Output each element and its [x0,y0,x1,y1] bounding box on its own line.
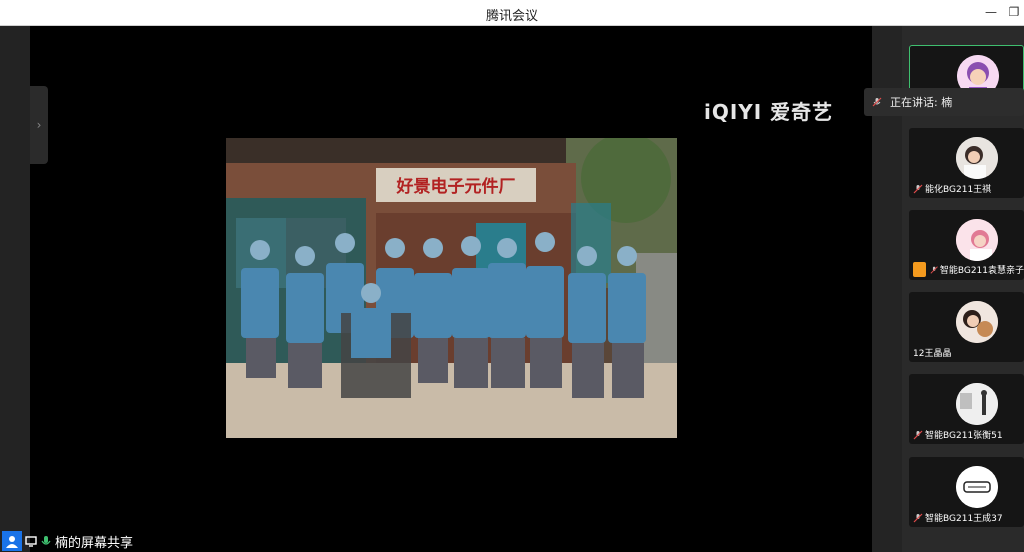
participant-name: 智能BG211王成37 [913,511,1003,524]
mic-muted-icon [913,430,923,439]
mic-icon [41,536,51,545]
participant-name-text: 智能BG211袁慧亲子 [939,266,1024,276]
participant-name-text: 能化BG211王祺 [925,185,992,195]
participant-name: 智能BG211张衡51 [913,428,1003,441]
window-title: 腾讯会议 [485,9,538,24]
room-photo-icon [956,383,998,425]
participant-tile[interactable]: 能化BG211王祺 [909,128,1024,198]
avatar [956,137,998,179]
girl-photo-icon [956,137,998,179]
group-photo-icon: 好景电子元件厂 [226,138,677,438]
participant-tile[interactable]: 智能BG211张衡51 [909,374,1024,444]
avatar [956,383,998,425]
mic-muted-icon [929,265,938,274]
participant-name-text: 智能BG211王成37 [925,514,1003,524]
avatar [956,301,998,343]
restore-button[interactable]: ❐ [1005,4,1023,20]
minimize-button[interactable]: — [982,4,1000,20]
avatar [956,466,998,508]
participant-tile[interactable]: 智能BG211袁慧亲子 [909,210,1024,280]
title-bar: 腾讯会议 — ❐ [0,0,1024,26]
speaking-indicator: 正在讲话: 楠 [864,88,1024,116]
iqiyi-watermark: iQIYI 爱奇艺 [704,100,834,124]
teddy-photo-icon [956,301,998,343]
mic-muted-icon [872,97,882,107]
participant-tile[interactable]: 智能BG211王成37 [909,457,1024,527]
mic-muted-icon [913,184,923,193]
pink-photo-icon [956,219,998,261]
screen-share-icon [25,536,37,547]
participant-name-text: 智能BG211张衡51 [925,431,1003,441]
share-status-bar: 楠的屏幕共享 [0,530,200,552]
left-gutter [0,26,30,552]
participant-name: 智能BG211袁慧亲子 [913,262,1024,277]
participant-name: 能化BG211王祺 [913,182,991,195]
participant-tile[interactable]: 12王晶晶 [909,292,1024,362]
share-label: 楠的屏幕共享 [55,535,134,551]
avatar [956,219,998,261]
participant-name-text: 12王晶晶 [913,349,952,359]
screen-share-badge-icon [913,262,926,277]
speaking-label: 正在讲话: 楠 [890,96,953,109]
mic-muted-icon [913,513,923,522]
factory-sign-text: 好景电子元件厂 [396,176,516,197]
participant-name: 12王晶晶 [913,346,951,359]
cartoon-face-icon [956,466,998,508]
shared-screen-image: 好景电子元件厂 [226,138,677,438]
user-icon[interactable] [2,531,22,551]
collapse-tab[interactable]: › [30,86,48,164]
